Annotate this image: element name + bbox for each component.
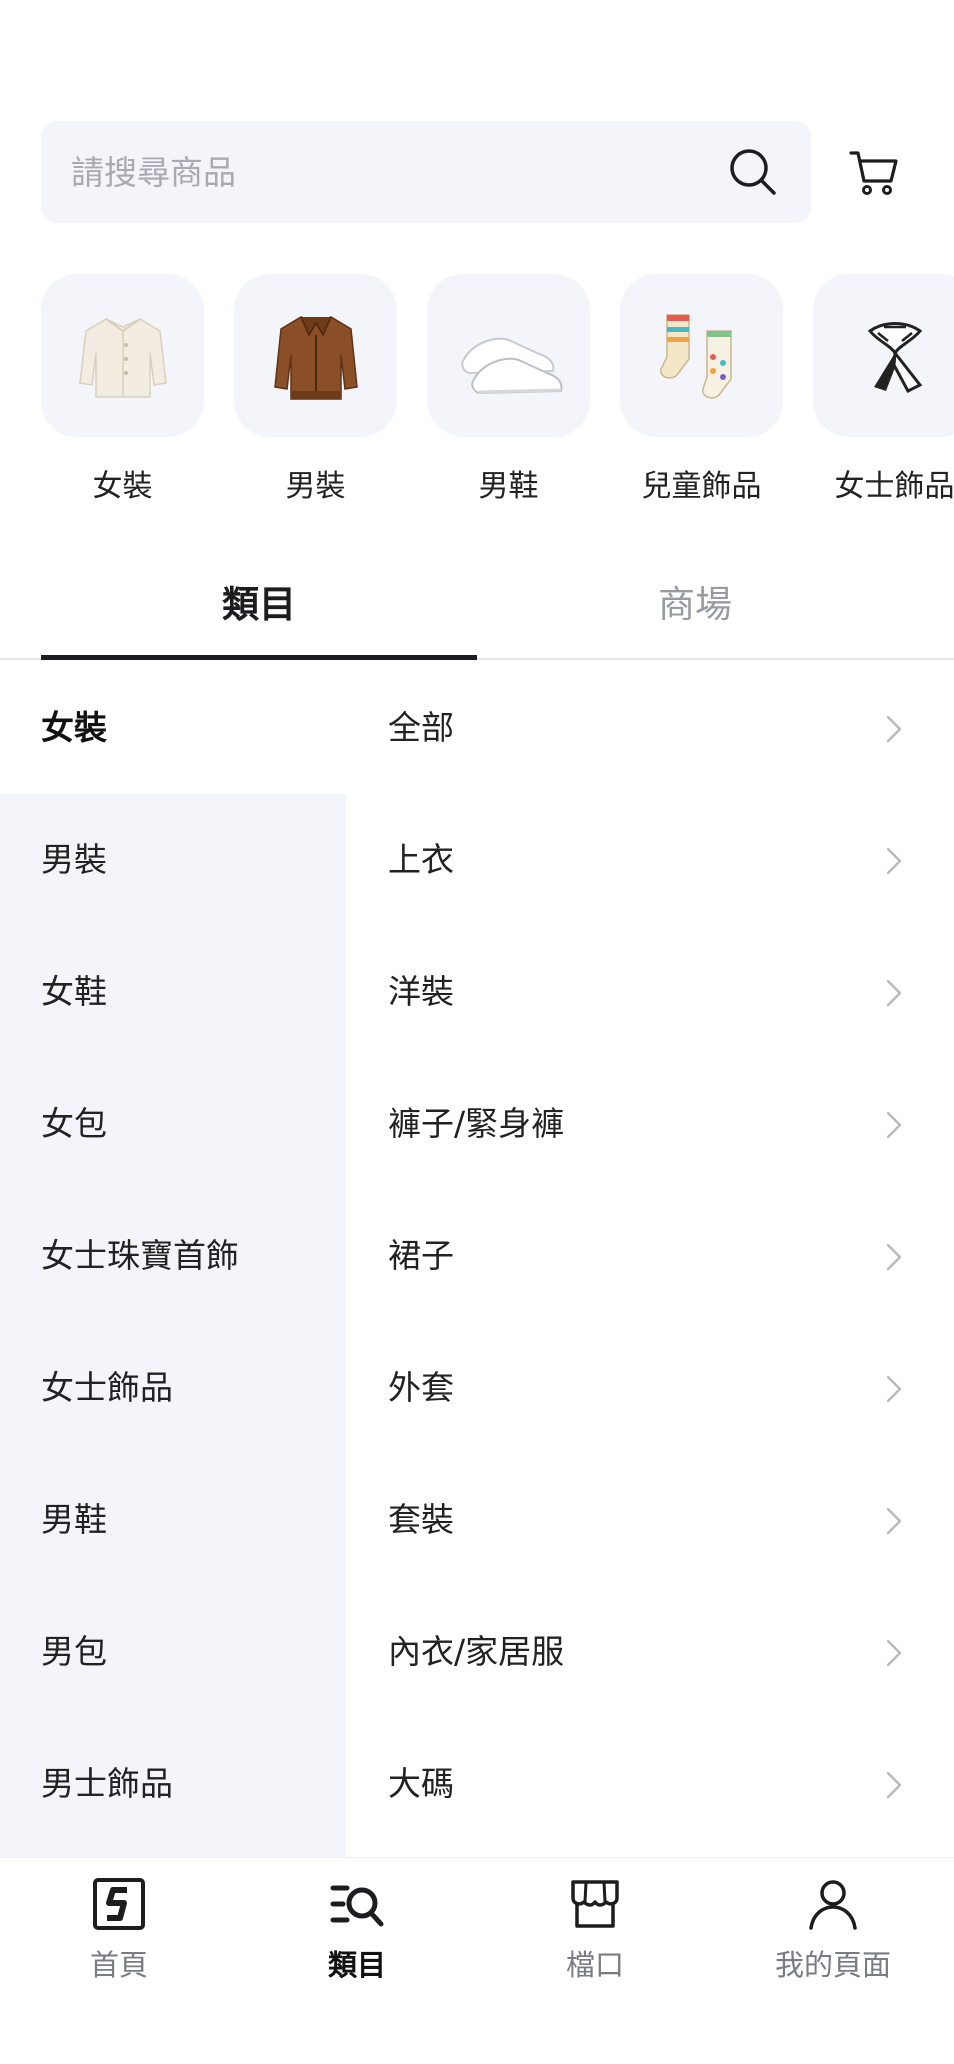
nav-label: 類目 (327, 1948, 386, 1982)
sub-category-label: 洋裝 (388, 972, 454, 1011)
profile-icon (809, 1880, 857, 1930)
quick-category-label: 男鞋 (478, 469, 539, 504)
nav-home[interactable]: 首頁 (0, 1876, 238, 1984)
sub-category-label: 大碼 (388, 1764, 454, 1803)
sub-category-item[interactable]: 洋裝 (346, 926, 954, 1058)
sub-category-item[interactable]: 大碼 (346, 1718, 954, 1850)
chevron-right-icon (886, 1111, 902, 1139)
main-category-womens[interactable]: 女裝 (0, 662, 346, 794)
main-category-mens-accessories[interactable]: 男士飾品 (0, 1718, 346, 1850)
search-input[interactable] (71, 121, 711, 223)
quick-category-mens[interactable]: 男裝 (234, 274, 397, 504)
chevron-right-icon (886, 715, 902, 743)
chevron-right-icon (886, 1507, 902, 1535)
category-tabs: 類目 商場 (0, 560, 954, 660)
chevron-right-icon (886, 1639, 902, 1667)
quick-category-womens-accessories[interactable]: 女士飾品 (813, 274, 954, 504)
cardigan-image (41, 274, 204, 437)
store-icon (571, 1880, 619, 1928)
socks-image (620, 274, 783, 437)
main-category-list: 女裝 男裝 女鞋 女包 女士珠寶首飾 女士飾品 男鞋 男包 男士飾品 (0, 662, 346, 1857)
quick-category-label: 兒童飾品 (641, 469, 762, 504)
tab-mall[interactable]: 商場 (477, 560, 913, 660)
main-category-mens[interactable]: 男裝 (0, 794, 346, 926)
chevron-right-icon (886, 979, 902, 1007)
sub-category-label: 褲子/緊身褲 (388, 1104, 565, 1143)
sub-category-item[interactable]: 裙子 (346, 1190, 954, 1322)
quick-category-kids-accessories[interactable]: 兒童飾品 (620, 274, 783, 504)
main-category-mens-shoes[interactable]: 男鞋 (0, 1454, 346, 1586)
main-category-womens-jewelry[interactable]: 女士珠寶首飾 (0, 1190, 346, 1322)
search-box[interactable] (41, 121, 811, 223)
quick-category-label: 女士飾品 (834, 469, 954, 504)
sub-category-item[interactable]: 全部 (346, 662, 954, 794)
chevron-right-icon (886, 1375, 902, 1403)
nav-profile[interactable]: 我的頁面 (714, 1876, 952, 1984)
nav-category[interactable]: 類目 (238, 1876, 476, 1984)
cart-icon[interactable] (847, 145, 901, 199)
sub-category-label: 全部 (388, 708, 454, 747)
category-search-icon (330, 1885, 384, 1927)
main-category-womens-shoes[interactable]: 女鞋 (0, 926, 346, 1058)
nav-label: 我的頁面 (774, 1948, 891, 1982)
tab-category[interactable]: 類目 (41, 560, 477, 660)
main-category-womens-bags[interactable]: 女包 (0, 1058, 346, 1190)
sub-category-item[interactable]: 外套 (346, 1322, 954, 1454)
nav-store[interactable]: 檔口 (476, 1876, 714, 1984)
sub-category-item[interactable]: 內衣/家居服 (346, 1586, 954, 1718)
sub-category-label: 裙子 (388, 1236, 454, 1275)
nav-label: 首頁 (89, 1948, 148, 1982)
search-icon[interactable] (727, 146, 779, 198)
quick-category-label: 女裝 (92, 469, 153, 504)
sub-category-label: 上衣 (388, 840, 454, 879)
sub-category-list: 全部 上衣 洋裝 褲子/緊身褲 裙子 外套 套裝 內衣/家居服 大碼 (346, 662, 954, 1857)
chevron-right-icon (886, 1243, 902, 1271)
sub-category-label: 內衣/家居服 (388, 1632, 565, 1671)
chevron-right-icon (886, 1771, 902, 1799)
active-tab-underline (41, 655, 477, 660)
main-category-womens-accessories[interactable]: 女士飾品 (0, 1322, 346, 1454)
search-row (41, 121, 937, 223)
nav-label: 檔口 (565, 1948, 624, 1982)
quick-category-label: 男裝 (285, 469, 346, 504)
sub-category-item[interactable]: 套裝 (346, 1454, 954, 1586)
leather-jacket-image (234, 274, 397, 437)
quick-category-row: 女裝 男裝 男鞋 兒童飾品 女士飾品 (41, 274, 954, 504)
sub-category-label: 套裝 (388, 1500, 454, 1539)
bottom-nav: 首頁 類目 檔口 我的頁面 (0, 1857, 954, 2064)
main-category-mens-bags[interactable]: 男包 (0, 1586, 346, 1718)
sub-category-item[interactable]: 上衣 (346, 794, 954, 926)
sub-category-item[interactable]: 褲子/緊身褲 (346, 1058, 954, 1190)
home-s-icon (93, 1878, 145, 1930)
chevron-right-icon (886, 847, 902, 875)
quick-category-mens-shoes[interactable]: 男鞋 (427, 274, 590, 504)
sneaker-image (427, 274, 590, 437)
quick-category-womens[interactable]: 女裝 (41, 274, 204, 504)
sub-category-label: 外套 (388, 1368, 454, 1407)
scarf-image (813, 274, 954, 437)
